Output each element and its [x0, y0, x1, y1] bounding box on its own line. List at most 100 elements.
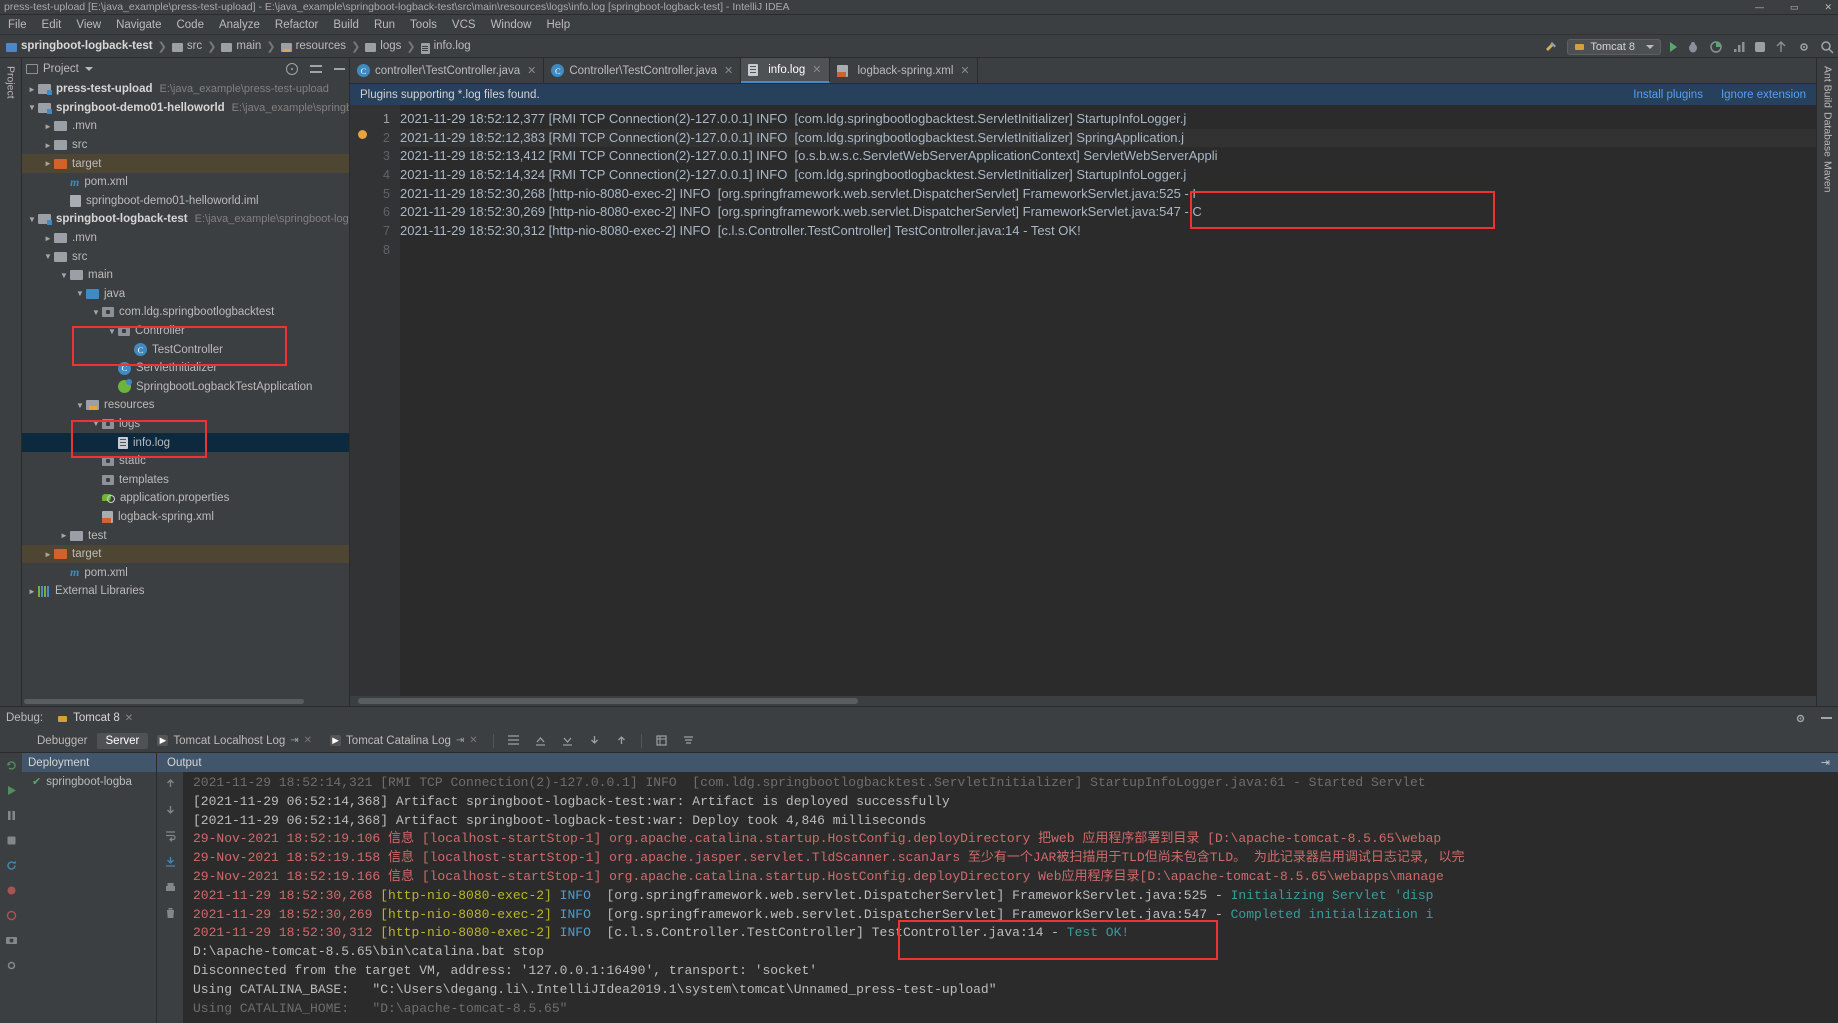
restart-icon[interactable]: [5, 859, 18, 872]
code-line[interactable]: 2021-11-29 18:52:14,324 [RMI TCP Connect…: [400, 166, 1816, 185]
breadcrumb-resources[interactable]: resources: [296, 40, 347, 52]
next-occurrence-icon[interactable]: [561, 734, 574, 747]
chevron-right-icon[interactable]: ►: [42, 550, 54, 559]
tool-tab-ant-build[interactable]: Ant Build: [1822, 66, 1834, 108]
table-view-icon[interactable]: [655, 734, 668, 747]
chevron-down-icon[interactable]: ▼: [42, 252, 54, 261]
chevron-right-icon[interactable]: ►: [42, 141, 54, 150]
tree-item-static[interactable]: static: [22, 452, 349, 471]
stop-button[interactable]: [1755, 41, 1765, 52]
stop-icon[interactable]: [5, 834, 18, 847]
menu-item-run[interactable]: Run: [374, 19, 395, 31]
console-line[interactable]: 29-Nov-2021 18:52:19.166 信息 [localhost-s…: [193, 868, 1838, 887]
chevron-down-icon[interactable]: ▼: [90, 308, 102, 317]
print-icon[interactable]: [164, 881, 177, 894]
close-icon[interactable]: ✕: [469, 735, 477, 746]
pin-icon[interactable]: ⇥: [456, 735, 464, 746]
debug-config-tab[interactable]: Tomcat 8 ✕: [51, 711, 139, 725]
console-line[interactable]: Using CATALINA_HOME: "D:\apache-tomcat-8…: [193, 1000, 1838, 1019]
chevron-right-icon[interactable]: ►: [26, 85, 38, 94]
scrollbar-thumb[interactable]: [358, 698, 858, 704]
console-line[interactable]: Using CATALINA_BASE: "C:\Users\degang.li…: [193, 981, 1838, 1000]
tree-item-logback-spring-xml[interactable]: logback-spring.xml: [22, 508, 349, 527]
tree-item-springbootlogbacktestapplication[interactable]: SpringbootLogbackTestApplication: [22, 378, 349, 397]
console-line[interactable]: D:\apache-tomcat-8.5.65\bin\catalina.bat…: [193, 943, 1838, 962]
ignore-extension-link[interactable]: Ignore extension: [1721, 89, 1806, 101]
run-configuration-selector[interactable]: Tomcat 8: [1567, 38, 1661, 55]
console-line[interactable]: [2021-11-29 06:52:14,368] Artifact sprin…: [193, 793, 1838, 812]
debug-tab-debugger[interactable]: Debugger: [28, 733, 97, 749]
menu-item-file[interactable]: File: [8, 19, 27, 31]
code-line[interactable]: 2021-11-29 18:52:13,412 [RMI TCP Connect…: [400, 147, 1816, 166]
chevron-down-icon[interactable]: [84, 67, 93, 71]
tree-item-resources[interactable]: ▼ resources: [22, 396, 349, 415]
scroll-up-icon[interactable]: [164, 777, 177, 790]
scrollbar-thumb[interactable]: [24, 699, 304, 704]
console-line[interactable]: 2021-11-29 18:52:30,269 [http-nio-8080-e…: [193, 906, 1838, 925]
tree-item-springboot-demo01-helloworld[interactable]: ▼ springboot-demo01-helloworld E:\java_exa…: [22, 99, 349, 118]
chevron-down-icon[interactable]: ▼: [26, 103, 38, 112]
menu-item-vcs[interactable]: VCS: [452, 19, 476, 31]
console-view[interactable]: 2021-11-29 18:52:14,321 [RMI TCP Connect…: [157, 772, 1838, 1023]
debug-tab-tomcat-localhost-log[interactable]: ▶ Tomcat Localhost Log ⇥ ✕: [148, 733, 321, 749]
chevron-down-icon[interactable]: ▼: [90, 419, 102, 428]
debug-button[interactable]: [1686, 40, 1700, 54]
search-everywhere-icon[interactable]: [1820, 40, 1834, 54]
tree-item-com-ldg-springbootlogbacktest[interactable]: ▼ com.ldg.springbootlogbacktest: [22, 303, 349, 322]
chevron-right-icon[interactable]: ►: [42, 159, 54, 168]
tree-item-testcontroller[interactable]: C TestController: [22, 340, 349, 359]
tree-item-mvn[interactable]: ► .mvn: [22, 117, 349, 136]
debug-settings-gear-icon[interactable]: [1794, 712, 1807, 725]
chevron-down-icon[interactable]: ▼: [106, 327, 118, 336]
filter-icon[interactable]: [682, 734, 695, 747]
scroll-to-top-icon[interactable]: [615, 734, 628, 747]
breadcrumb-logs[interactable]: logs: [380, 40, 401, 52]
chevron-down-icon[interactable]: ▼: [58, 271, 70, 280]
tree-item-java[interactable]: ▼ java: [22, 285, 349, 304]
chevron-down-icon[interactable]: ▼: [74, 401, 86, 410]
menu-item-window[interactable]: Window: [491, 19, 532, 31]
settings-icon[interactable]: [5, 959, 18, 972]
menu-item-code[interactable]: Code: [176, 19, 204, 31]
close-icon[interactable]: ✕: [812, 63, 821, 76]
menu-item-help[interactable]: Help: [546, 19, 570, 31]
tree-item-logs[interactable]: ▼ logs: [22, 415, 349, 434]
maximize-icon[interactable]: ▭: [1790, 3, 1799, 12]
console-line[interactable]: 2021-11-29 18:52:30,268 [http-nio-8080-e…: [193, 887, 1838, 906]
tool-tab-maven[interactable]: Maven: [1822, 161, 1834, 193]
hide-debug-panel-icon[interactable]: [1821, 717, 1832, 719]
project-tree-hscrollbar[interactable]: [22, 697, 349, 706]
tree-item-servletinitializer[interactable]: C ServletInitializer: [22, 359, 349, 378]
clear-all-icon[interactable]: [164, 907, 177, 920]
settings-gear-icon[interactable]: [1797, 40, 1811, 54]
menu-item-view[interactable]: View: [76, 19, 101, 31]
deployment-item[interactable]: ✔ springboot-logba: [22, 772, 156, 789]
console-output-text[interactable]: 2021-11-29 18:52:14,321 [RMI TCP Connect…: [183, 772, 1838, 1023]
menu-item-navigate[interactable]: Navigate: [116, 19, 161, 31]
editor-hscrollbar[interactable]: [350, 696, 1816, 706]
breadcrumb-main[interactable]: main: [236, 40, 261, 52]
code-line[interactable]: [400, 241, 1816, 260]
tree-item-controller[interactable]: ▼ Controller: [22, 322, 349, 341]
install-plugins-link[interactable]: Install plugins: [1633, 89, 1703, 101]
tree-item-target[interactable]: ► target: [22, 544, 349, 564]
tree-item-info-log[interactable]: info.log: [22, 433, 349, 452]
resume-icon[interactable]: [5, 784, 18, 797]
breadcrumb-src[interactable]: src: [187, 40, 202, 52]
editor-tab-controller-testcontroller-java[interactable]: Ccontroller\TestController.java ✕: [350, 58, 545, 83]
tree-item-external-libraries[interactable]: ► External Libraries: [22, 582, 349, 601]
tree-item-src[interactable]: ► src: [22, 136, 349, 155]
close-icon[interactable]: ✕: [960, 64, 969, 77]
previous-occurrence-icon[interactable]: [534, 734, 547, 747]
chevron-right-icon[interactable]: ►: [42, 122, 54, 131]
build-hammer-icon[interactable]: [1544, 40, 1558, 54]
tree-item-pom-xml[interactable]: m pom.xml: [22, 173, 349, 192]
project-tree[interactable]: ► press-test-upload E:\java_example\press-…: [22, 80, 349, 697]
attach-profiler-button[interactable]: [1732, 40, 1746, 54]
tool-tab-database[interactable]: Database: [1822, 112, 1834, 157]
editor-tab-logback-spring-xml[interactable]: logback-spring.xml ✕: [830, 58, 978, 83]
editor-tab-info-log[interactable]: info.log ✕: [741, 58, 830, 83]
console-line[interactable]: 2021-11-29 18:52:14,321 [RMI TCP Connect…: [193, 774, 1838, 793]
breadcrumb-infolog[interactable]: info.log: [434, 40, 471, 52]
menu-item-analyze[interactable]: Analyze: [219, 19, 260, 31]
